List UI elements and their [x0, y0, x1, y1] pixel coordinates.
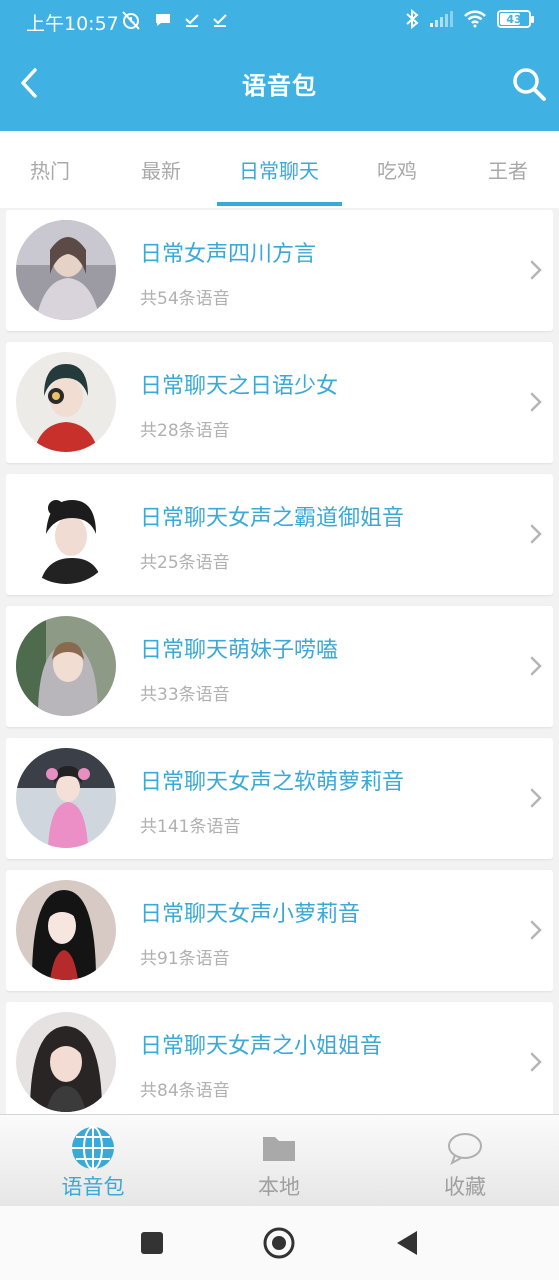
chevron-right-icon [530, 524, 542, 544]
avatar [16, 352, 116, 452]
tab-hot[interactable]: 热门 [0, 131, 106, 208]
item-count: 共25条语音 [140, 553, 230, 573]
system-navigation-bar [0, 1206, 559, 1280]
back-nav-button[interactable] [390, 1226, 424, 1260]
list-item[interactable]: 日常聊天之日语少女 共28条语音 [6, 342, 553, 463]
chat-bubble-icon [156, 14, 170, 26]
list-item[interactable]: 日常聊天萌妹子唠嗑 共33条语音 [6, 606, 553, 727]
recents-button[interactable] [135, 1226, 169, 1260]
item-title: 日常聊天女声小萝莉音 [140, 902, 361, 927]
tab-honor-of-kings[interactable]: 王者 [452, 131, 559, 208]
nav-local[interactable]: 本地 [186, 1115, 372, 1207]
item-title: 日常聊天萌妹子唠嗑 [140, 638, 339, 663]
tab-daily-chat[interactable]: 日常聊天 [223, 131, 335, 208]
tab-latest[interactable]: 最新 [105, 131, 217, 208]
chevron-right-icon [530, 260, 542, 280]
page-title: 语音包 [242, 72, 317, 100]
globe-icon [70, 1125, 116, 1171]
item-count: 共141条语音 [140, 817, 241, 837]
status-bar: 上午10:57 43 [0, 0, 559, 42]
download-done-icon [185, 14, 199, 27]
list-item[interactable]: 日常聊天女声之小姐姐音 共84条语音 [6, 1002, 553, 1114]
bluetooth-icon [406, 9, 419, 29]
speech-bubble-icon [442, 1125, 488, 1171]
item-title: 日常聊天女声之小姐姐音 [140, 1034, 383, 1059]
item-count: 共28条语音 [140, 421, 230, 441]
status-notification-icons [120, 10, 228, 30]
avatar [16, 1012, 116, 1112]
chevron-right-icon [530, 392, 542, 412]
list-item[interactable]: 日常聊天女声之软萌萝莉音 共141条语音 [6, 738, 553, 859]
item-count: 共54条语音 [140, 289, 230, 309]
avatar [16, 484, 116, 584]
item-title: 日常聊天之日语少女 [140, 374, 339, 399]
chevron-right-icon [530, 656, 542, 676]
bottom-navigation: 语音包 本地 收藏 [0, 1114, 559, 1206]
tab-pubg[interactable]: 吃鸡 [341, 131, 453, 208]
avatar [16, 880, 116, 980]
home-button[interactable] [262, 1226, 296, 1260]
app-header: 上午10:57 43 语音包 [0, 0, 559, 131]
item-title: 日常聊天女声之霸道御姐音 [140, 506, 405, 531]
avatar [16, 616, 116, 716]
active-tab-indicator [217, 202, 342, 206]
search-button[interactable] [507, 62, 551, 106]
signal-icon [430, 11, 453, 27]
nav-favorites[interactable]: 收藏 [372, 1115, 558, 1207]
status-time: 上午10:57 [26, 13, 119, 35]
square-icon [141, 1232, 163, 1254]
nav-label: 收藏 [444, 1175, 486, 1199]
alarm-off-icon [122, 11, 140, 30]
nav-label: 本地 [258, 1175, 300, 1199]
item-count: 共91条语音 [140, 949, 230, 969]
battery-level: 43 [506, 12, 522, 26]
search-icon [513, 68, 546, 101]
voice-pack-list[interactable]: 日常女声四川方言 共54条语音 日常聊天之日语少女 共28条语音 日常聊天女声之… [6, 210, 553, 1114]
avatar [16, 220, 116, 320]
circle-icon [263, 1227, 295, 1259]
battery-icon: 43 [497, 10, 534, 28]
item-count: 共84条语音 [140, 1081, 230, 1101]
status-system-icons: 43 [405, 9, 534, 29]
nav-voice-packs[interactable]: 语音包 [0, 1115, 186, 1207]
chevron-right-icon [530, 788, 542, 808]
wifi-icon [464, 10, 486, 28]
folder-icon [256, 1125, 302, 1171]
item-title: 日常聊天女声之软萌萝莉音 [140, 770, 405, 795]
download-done-icon [213, 14, 227, 27]
list-item[interactable]: 日常聊天女声之霸道御姐音 共25条语音 [6, 474, 553, 595]
list-item[interactable]: 日常聊天女声小萝莉音 共91条语音 [6, 870, 553, 991]
category-tabs: 热门 最新 日常聊天 吃鸡 王者 [0, 131, 559, 208]
item-title: 日常女声四川方言 [140, 242, 317, 267]
item-count: 共33条语音 [140, 685, 230, 705]
list-item[interactable]: 日常女声四川方言 共54条语音 [6, 210, 553, 331]
chevron-right-icon [530, 920, 542, 940]
triangle-back-icon [397, 1231, 417, 1255]
avatar [16, 748, 116, 848]
nav-label: 语音包 [61, 1175, 125, 1199]
chevron-right-icon [530, 1052, 542, 1072]
